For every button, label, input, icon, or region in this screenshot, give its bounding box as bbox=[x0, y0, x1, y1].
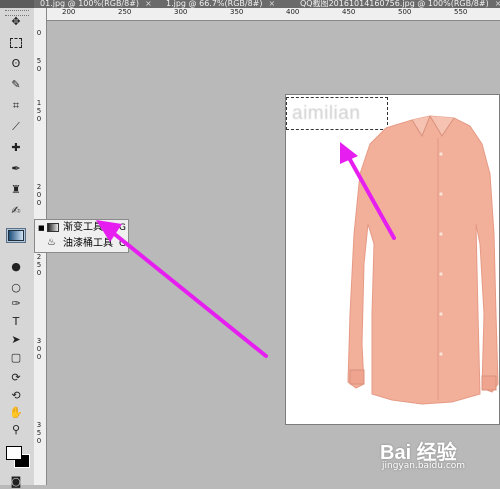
ruler-tick-label: 0 bbox=[36, 29, 42, 37]
3d-orbit-tool-icon[interactable]: ⟲ bbox=[6, 388, 26, 403]
ruler-tick-label: 1 bbox=[36, 99, 42, 107]
flyout-item-shortcut: G bbox=[119, 239, 126, 249]
gradient-icon bbox=[47, 223, 59, 232]
selected-bullet-icon: ■ bbox=[38, 224, 45, 232]
tab-1-jpg[interactable]: 1.jpg @ 66.7%(RGB/8#) × bbox=[160, 0, 295, 8]
quick-select-tool-icon[interactable]: ✎ bbox=[6, 77, 26, 92]
baidu-url: jingyan.baidu.com bbox=[382, 461, 466, 471]
path-select-tool-icon[interactable]: ➤ bbox=[6, 332, 26, 347]
ruler-tick-label: 5 bbox=[36, 107, 42, 115]
ruler-tick-label: 0 bbox=[36, 115, 42, 123]
color-swatches[interactable] bbox=[6, 446, 30, 468]
flyout-item-label: 油漆桶工具 bbox=[63, 238, 113, 249]
close-icon[interactable]: × bbox=[269, 0, 276, 8]
flyout-item-shortcut: G bbox=[119, 223, 126, 233]
flyout-item-label: 渐变工具 bbox=[63, 222, 103, 233]
rectangle-shape-tool-icon[interactable]: ▢ bbox=[6, 350, 26, 365]
foreground-color-swatch[interactable] bbox=[6, 446, 22, 460]
ruler-tick-label: 2 bbox=[36, 183, 42, 191]
lasso-tool-icon[interactable]: ʘ bbox=[6, 56, 26, 71]
tab-label: QQ截图20161014160756.jpg @ 100%(RGB/8#) bbox=[300, 0, 489, 8]
ruler-tick-label: 350 bbox=[230, 8, 244, 16]
ruler-tick-label: 0 bbox=[36, 345, 42, 353]
ruler-tick-label: 500 bbox=[398, 8, 412, 16]
gradient-tool-flyout: ■ 渐变工具 G ♨ 油漆桶工具 G bbox=[34, 219, 129, 253]
tools-panel: ✥ ʘ ✎ ⌗ ⟋ ✚ ✒ ♜ ✍ ▱ ● ○ ✑ T ➤ ▢ ⟳ ⟲ ✋ ⚲ … bbox=[0, 8, 35, 488]
tab-01-jpg[interactable]: 01.jpg @ 100%(RGB/8#) × bbox=[34, 0, 161, 8]
ruler-tick-label: 0 bbox=[36, 199, 42, 207]
ruler-tick-label: 250 bbox=[118, 8, 132, 16]
brush-tool-icon[interactable]: ✒ bbox=[6, 161, 26, 176]
ruler-tick-label: 0 bbox=[36, 191, 42, 199]
dodge-tool-icon[interactable]: ○ bbox=[6, 280, 26, 295]
ruler-tick-label: 300 bbox=[174, 8, 188, 16]
paint-bucket-icon: ♨ bbox=[47, 237, 56, 248]
ruler-tick-label: 400 bbox=[286, 8, 300, 16]
flyout-item-paint-bucket-tool[interactable]: ♨ 油漆桶工具 G bbox=[35, 236, 128, 252]
close-icon[interactable]: × bbox=[495, 0, 500, 8]
ruler-tick-label: 3 bbox=[36, 421, 42, 429]
ruler-tick-label: 5 bbox=[36, 429, 42, 437]
healing-brush-tool-icon[interactable]: ✚ bbox=[6, 140, 26, 155]
type-tool-icon[interactable]: T bbox=[6, 314, 26, 329]
3d-rotate-tool-icon[interactable]: ⟳ bbox=[6, 370, 26, 385]
ruler-tick-label: 3 bbox=[36, 337, 42, 345]
rect-marquee-tool-icon[interactable] bbox=[6, 35, 26, 50]
ruler-tick-label: 200 bbox=[62, 8, 76, 16]
arrow-to-flyout bbox=[110, 230, 268, 358]
tab-label: 01.jpg @ 100%(RGB/8#) bbox=[40, 0, 140, 8]
ruler-tick-label: 450 bbox=[342, 8, 356, 16]
eyedropper-tool-icon[interactable]: ⟋ bbox=[6, 119, 26, 134]
hand-tool-icon[interactable]: ✋ bbox=[6, 405, 26, 420]
ruler-tick-label: 0 bbox=[36, 65, 42, 73]
quick-mask-icon[interactable]: ◙ bbox=[6, 474, 26, 489]
close-icon[interactable]: × bbox=[145, 0, 152, 8]
document-tab-bar: 01.jpg @ 100%(RGB/8#) × 1.jpg @ 66.7%(RGB… bbox=[0, 0, 500, 8]
zoom-tool-icon[interactable]: ⚲ bbox=[6, 422, 26, 437]
ruler-tick-label: 2 bbox=[36, 253, 42, 261]
tab-label: 1.jpg @ 66.7%(RGB/8#) bbox=[166, 0, 263, 8]
horizontal-ruler: 200 250 300 350 400 450 500 550 bbox=[46, 8, 500, 21]
pen-tool-icon[interactable]: ✑ bbox=[6, 296, 26, 311]
flyout-item-gradient-tool[interactable]: ■ 渐变工具 G bbox=[35, 220, 128, 236]
ruler-tick-label: 5 bbox=[36, 57, 42, 65]
clone-stamp-tool-icon[interactable]: ♜ bbox=[6, 182, 26, 197]
crop-tool-icon[interactable]: ⌗ bbox=[6, 98, 26, 113]
ruler-tick-label: 550 bbox=[454, 8, 468, 16]
move-tool-icon[interactable]: ✥ bbox=[6, 14, 26, 29]
history-brush-tool-icon[interactable]: ✍ bbox=[6, 203, 26, 218]
ruler-tick-label: 0 bbox=[36, 437, 42, 445]
gradient-tool-icon[interactable] bbox=[6, 228, 26, 243]
shirt-image bbox=[347, 115, 499, 405]
tab-qq-screenshot[interactable]: QQ截图20161014160756.jpg @ 100%(RGB/8#) × bbox=[294, 0, 500, 8]
ruler-tick-label: 0 bbox=[36, 353, 42, 361]
ruler-tick-label: 0 bbox=[36, 269, 42, 277]
blur-tool-icon[interactable]: ● bbox=[6, 259, 26, 274]
ruler-tick-label: 5 bbox=[36, 261, 42, 269]
baidu-jingyan-watermark: Bai 经验 jingyan.baidu.com bbox=[380, 436, 500, 476]
